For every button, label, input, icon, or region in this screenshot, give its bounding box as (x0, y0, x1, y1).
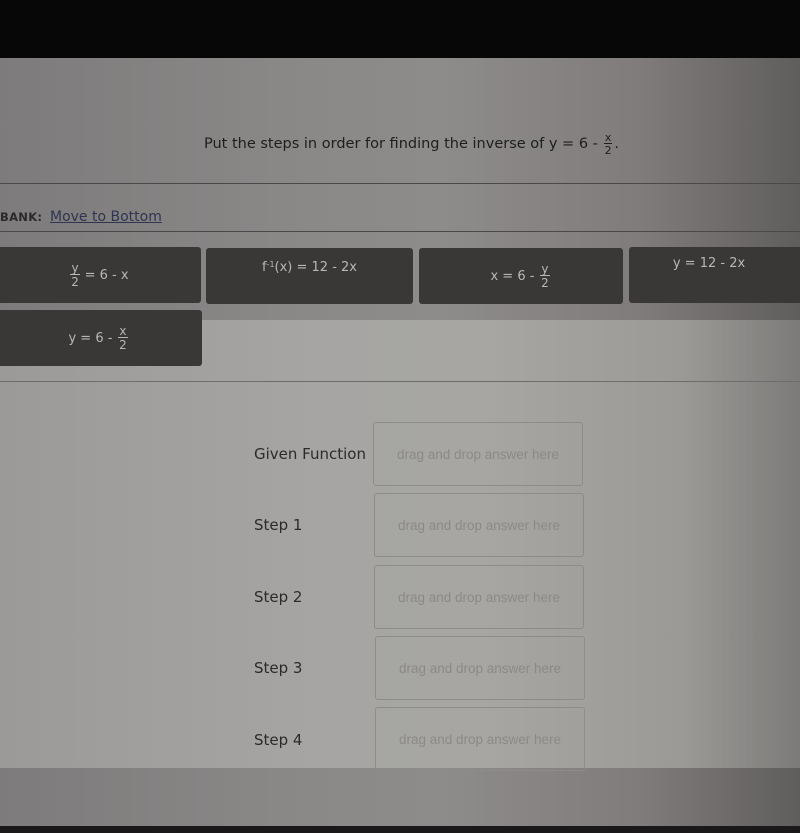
drop-zone-step-2[interactable]: drag and drop answer here (374, 565, 584, 629)
answer-tile-x-equals[interactable]: x = 6 - y 2 (419, 248, 623, 304)
answer-tile-given[interactable]: y = 6 - x 2 (0, 310, 202, 366)
answer-tile-y-12[interactable]: y = 12 - 2x (629, 247, 800, 303)
question-prompt: Put the steps in order for finding the i… (204, 132, 619, 156)
divider-bottom (0, 381, 800, 382)
divider-top (0, 183, 800, 184)
drop-zone-step-1[interactable]: drag and drop answer here (374, 493, 584, 557)
divider-bank (0, 231, 800, 232)
tile-text: y = 12 - 2x (672, 256, 746, 271)
answer-bank-label: BANK: (0, 210, 43, 224)
answer-tile-y-over-2[interactable]: y 2 = 6 - x (0, 247, 201, 303)
step-label-given: Given Function (254, 445, 366, 463)
step-label-1: Step 1 (254, 516, 303, 534)
drop-zone-given[interactable]: drag and drop answer here (373, 422, 583, 486)
step-label-4: Step 4 (254, 731, 303, 749)
tile-text: y = 6 - (68, 330, 113, 346)
question-text: Put the steps in order for finding the i… (204, 136, 598, 152)
tile-frac-num: y (540, 262, 550, 276)
move-to-bottom-link[interactable]: Move to Bottom (50, 209, 162, 225)
drop-zone-step-3[interactable]: drag and drop answer here (375, 636, 585, 700)
tile-frac-den: 2 (71, 275, 79, 289)
tile-frac-den: 2 (541, 276, 549, 290)
bottom-bezel (0, 826, 800, 833)
question-suffix: . (614, 136, 620, 152)
tile-frac-num: y (70, 261, 80, 275)
fraction-numerator: x (603, 131, 613, 144)
tile-fraction: y 2 (540, 262, 550, 290)
tile-text: x = 6 - (490, 268, 535, 284)
drop-zone-step-4[interactable]: drag and drop answer here (375, 707, 585, 771)
tile-fraction: x 2 (118, 324, 128, 352)
question-fraction: x 2 (603, 131, 613, 157)
tile-frac-den: 2 (119, 338, 127, 352)
tile-superscript: -1 (266, 260, 275, 269)
step-label-3: Step 3 (254, 659, 303, 677)
fraction-denominator: 2 (604, 144, 612, 157)
tile-fraction: y 2 (70, 261, 80, 289)
tile-frac-num: x (118, 324, 128, 338)
tile-text: = 6 - x (84, 267, 129, 283)
answer-tile-inverse[interactable]: f -1 (x) = 12 - 2x (206, 248, 413, 304)
step-label-2: Step 2 (254, 588, 303, 606)
tile-text: (x) = 12 - 2x (274, 260, 358, 275)
